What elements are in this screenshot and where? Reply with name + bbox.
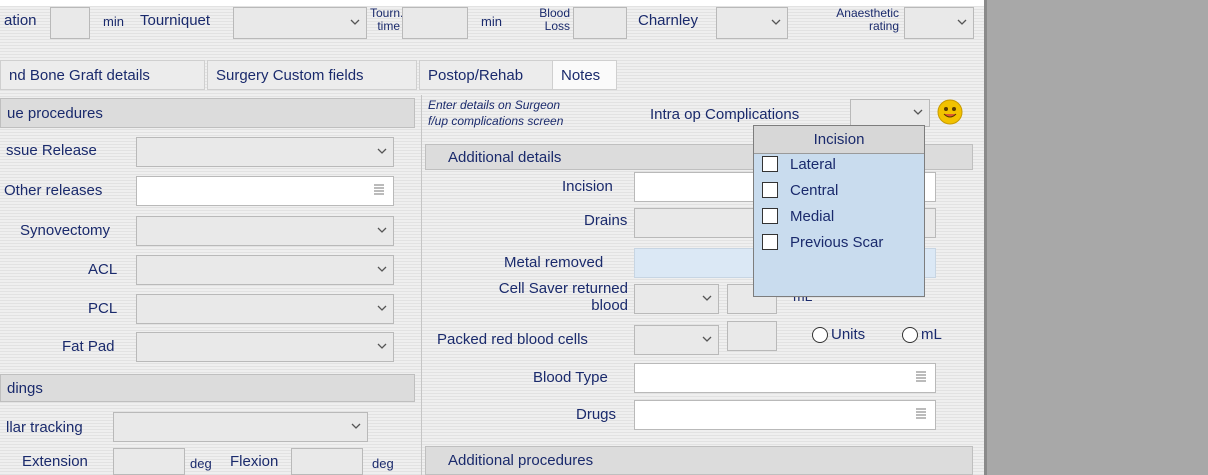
section-title: ue procedures [7,104,103,122]
packed-rbc-dropdown[interactable] [634,325,719,355]
tab-label: Postop/Rehab [428,66,524,84]
patellar-tracking-label: llar tracking [6,419,83,436]
tab-label: Surgery Custom fields [216,66,364,84]
tissue-release-dropdown[interactable] [136,137,394,167]
blood-type-input[interactable] [634,363,936,393]
chevron-down-icon [957,19,967,25]
intra-op-complications-dropdown[interactable] [850,99,930,127]
blood-loss-label: Blood Loss [539,6,570,33]
cell-saver-units-dropdown[interactable] [634,284,719,314]
chevron-down-icon [771,19,781,25]
lateral-option-label: Lateral [790,156,836,173]
units-radio-label: Units [831,326,866,343]
chevron-down-icon [377,305,387,311]
medial-checkbox[interactable] [762,208,778,224]
metal-removed-label: Metal removed [504,254,604,271]
smiley-face-icon[interactable] [937,99,963,125]
tourniquet-label: Tourniquet [140,12,211,29]
drains-label: Drains [584,212,628,229]
chevron-down-icon [913,109,923,115]
lateral-checkbox[interactable] [762,156,778,172]
central-checkbox[interactable] [762,182,778,198]
tourn-time-label: Tourn. time [370,6,404,33]
cell-saver-label: Cell Saver returned blood [498,280,628,314]
medial-option-label: Medial [790,208,835,225]
synovectomy-label: Synovectomy [20,222,111,239]
chevron-down-icon [350,19,360,25]
anaesthetic-rating-label: Anaesthetic rating [836,6,899,33]
intra-op-complications-label: Intra op Complications [650,106,800,123]
deg-label-2: deg [372,456,394,471]
charnley-dropdown[interactable] [716,7,788,39]
section-title: Additional details [448,148,562,166]
section-title: Additional procedures [448,452,594,469]
previous-scar-option-label: Previous Scar [790,234,884,251]
chevron-down-icon [377,227,387,233]
section-title: dings [7,379,43,397]
charnley-label: Charnley [638,12,699,29]
acl-dropdown[interactable] [136,255,394,285]
acl-label: ACL [88,261,118,278]
synovectomy-dropdown[interactable] [136,216,394,246]
drugs-label: Drugs [576,406,617,423]
tab-label: Notes [561,66,601,84]
units-radio[interactable] [812,327,828,343]
tab-label: nd Bone Graft details [9,66,150,84]
tab-surgery-custom-fields[interactable]: Surgery Custom fields [207,60,417,90]
extension-input[interactable] [113,448,185,475]
previous-scar-checkbox[interactable] [762,234,778,250]
packed-rbc-amount-input[interactable] [727,321,777,351]
fat-pad-label: Fat Pad [62,338,115,355]
pcl-label: PCL [88,300,118,317]
fat-pad-dropdown[interactable] [136,332,394,362]
packed-rbc-label: Packed red blood cells [437,331,588,348]
ml-radio[interactable] [902,327,918,343]
anaesthetic-rating-dropdown[interactable] [904,7,974,39]
flexion-input[interactable] [291,448,363,475]
extension-label: Extension [22,453,88,470]
list-icon[interactable] [373,183,385,195]
chevron-down-icon [377,148,387,154]
deg-label-1: deg [190,456,212,471]
chevron-down-icon [702,336,712,342]
chevron-down-icon [702,295,712,301]
incision-popup: Incision Lateral Central Medial Previous… [753,125,925,297]
blood-type-label: Blood Type [533,369,608,386]
incision-label: Incision [562,178,613,195]
flexion-label: Flexion [230,453,279,470]
additional-procedures-section-header: Additional procedures [425,446,973,475]
drugs-input[interactable] [634,400,936,430]
duration-label: ation [4,12,37,29]
central-option-label: Central [790,182,839,199]
tab-notes[interactable]: Notes [552,60,617,90]
other-releases-input[interactable] [136,176,394,206]
chevron-down-icon [377,266,387,272]
duration-input[interactable] [50,7,90,39]
other-releases-label: Other releases [4,182,103,199]
pcl-dropdown[interactable] [136,294,394,324]
findings-section-header: dings [0,374,415,402]
right-grey-panel [984,0,1208,475]
tourniquet-dropdown[interactable] [233,7,367,39]
tab-postop-rehab[interactable]: Postop/Rehab [419,60,553,90]
popup-title: Incision [754,126,924,154]
surgeon-followup-note: Enter details on Surgeon f/up complicati… [428,98,564,128]
chevron-down-icon [377,343,387,349]
patellar-tracking-dropdown[interactable] [113,412,368,442]
column-divider [421,95,422,475]
tab-bone-graft-details[interactable]: nd Bone Graft details [0,60,205,90]
min-label-2: min [481,14,502,29]
tourn-time-input[interactable] [402,7,468,39]
min-label-1: min [103,14,124,29]
soft-tissue-section-header: ue procedures [0,98,415,128]
tissue-release-label: ssue Release [6,142,97,159]
list-icon[interactable] [915,370,927,382]
ml-radio-label: mL [921,326,942,343]
list-icon[interactable] [915,407,927,419]
blood-loss-input[interactable] [573,7,627,39]
chevron-down-icon [351,423,361,429]
